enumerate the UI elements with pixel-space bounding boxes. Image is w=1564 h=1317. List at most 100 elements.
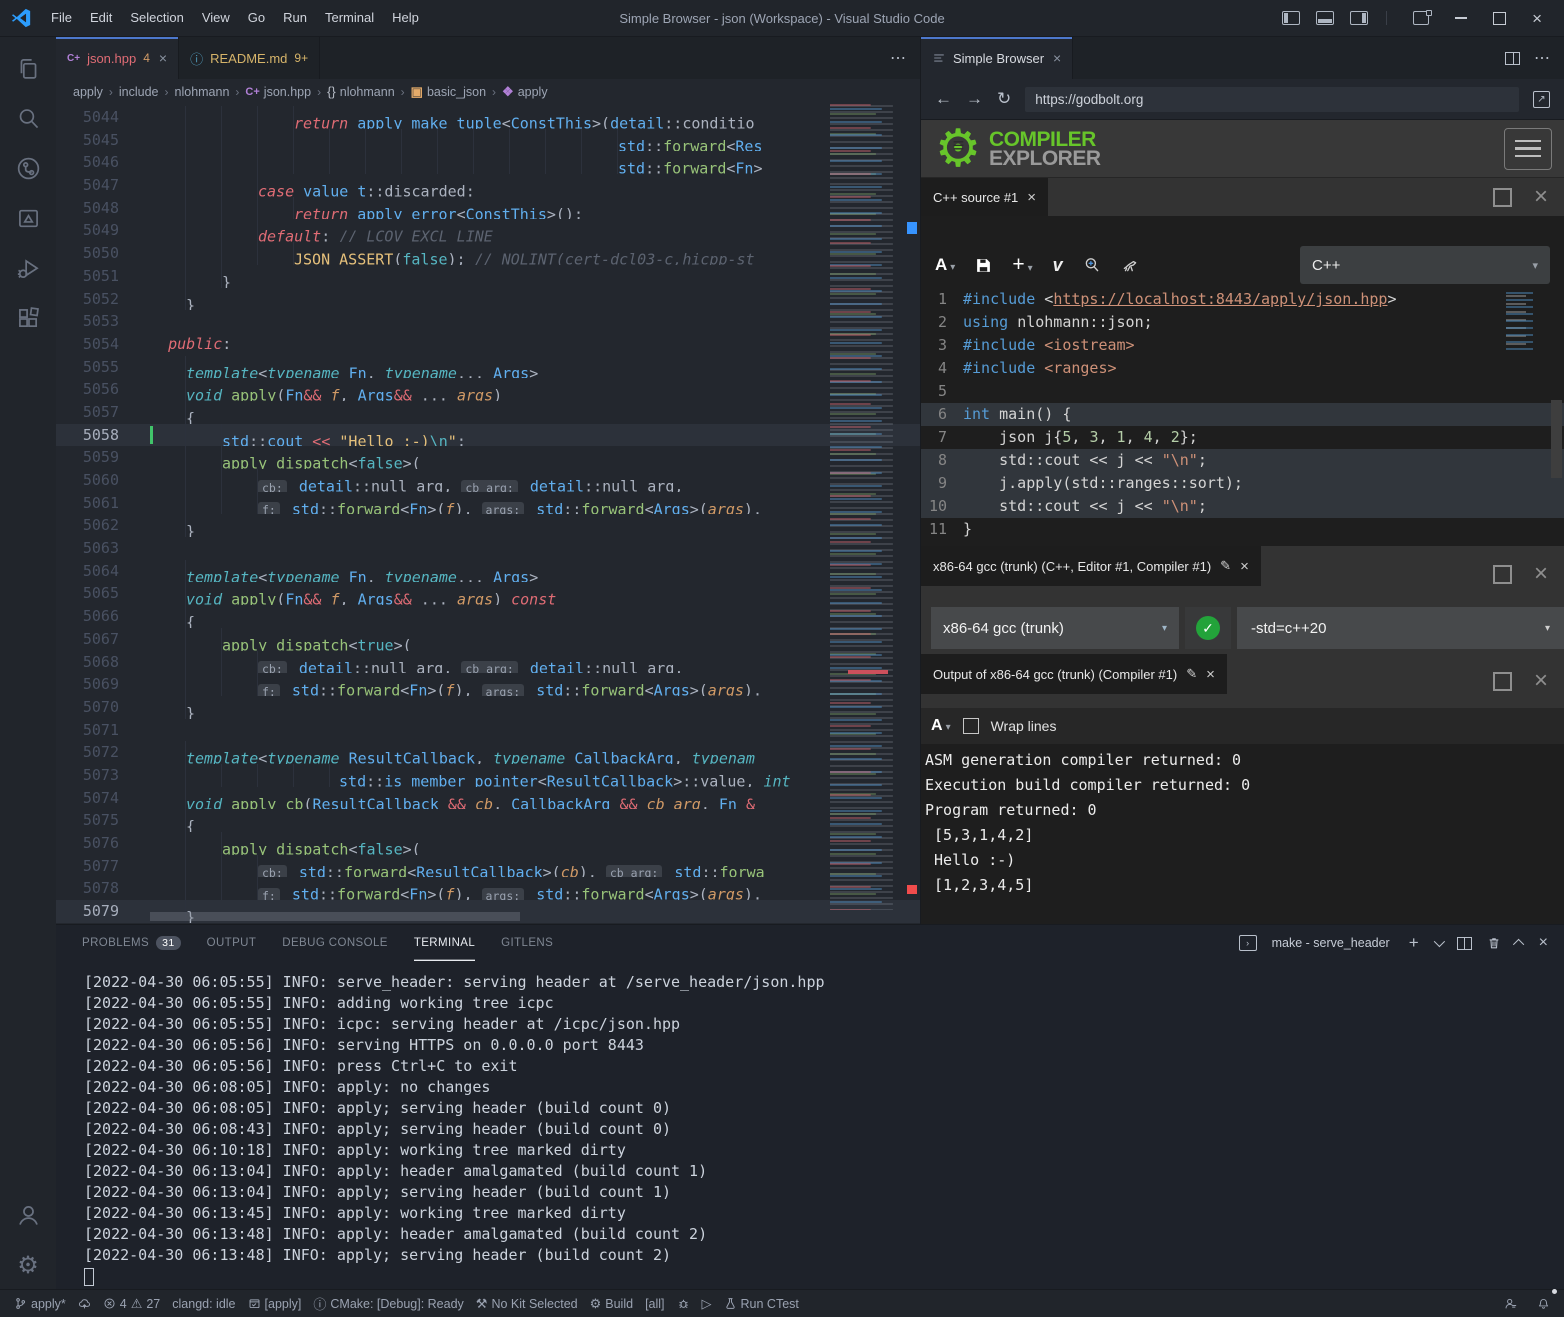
- status-item-cmake-kit[interactable]: ⚒No Kit Selected: [470, 1290, 584, 1317]
- close-icon[interactable]: ×: [1240, 558, 1249, 575]
- close-icon[interactable]: ×: [1027, 189, 1036, 206]
- open-external-icon[interactable]: ↗: [1533, 91, 1550, 108]
- status-item-cmake-debug[interactable]: [671, 1290, 696, 1317]
- vim-mode-icon[interactable]: v: [1053, 255, 1063, 276]
- language-select[interactable]: C++▾: [1300, 246, 1550, 284]
- panel-tab-debug-console[interactable]: DEBUG CONSOLE: [282, 925, 388, 961]
- terminal-title[interactable]: make - serve_header: [1272, 936, 1390, 950]
- browser-more-actions-icon[interactable]: ⋯: [1534, 48, 1550, 68]
- source-control-icon[interactable]: [4, 143, 52, 193]
- status-item-run-ctest[interactable]: Run CTest: [718, 1290, 805, 1317]
- menu-run[interactable]: Run: [274, 0, 316, 36]
- maximize-pane-icon[interactable]: [1493, 188, 1512, 207]
- window-close-button[interactable]: ×: [1532, 10, 1542, 27]
- search-icon[interactable]: [4, 93, 52, 143]
- toggle-panel-icon[interactable]: [1316, 11, 1334, 25]
- account-icon[interactable]: [4, 1190, 52, 1240]
- wrap-lines-checkbox[interactable]: [963, 718, 979, 734]
- quick-bench-icon[interactable]: [1121, 256, 1139, 274]
- close-icon[interactable]: ×: [159, 50, 167, 66]
- explorer-icon[interactable]: [4, 43, 52, 93]
- status-item-cmake-status[interactable]: ⓘCMake: [Debug]: Ready: [307, 1290, 469, 1317]
- horizontal-scrollbar[interactable]: [150, 912, 520, 921]
- forward-icon[interactable]: →: [966, 89, 983, 109]
- add-pane-button[interactable]: +▾: [1012, 253, 1032, 277]
- minimap[interactable]: [830, 104, 904, 910]
- toggle-sidebar-icon[interactable]: [1282, 11, 1300, 25]
- split-editor-icon[interactable]: [1505, 52, 1520, 65]
- customize-layout-icon[interactable]: [1413, 11, 1429, 25]
- menu-view[interactable]: View: [193, 0, 239, 36]
- extensions-icon[interactable]: [4, 293, 52, 343]
- menu-terminal[interactable]: Terminal: [316, 0, 383, 36]
- close-icon[interactable]: ×: [1053, 50, 1061, 66]
- status-item-git-branch[interactable]: apply*: [8, 1290, 72, 1317]
- hamburger-menu-icon[interactable]: [1504, 128, 1552, 170]
- ce-compiler-tab[interactable]: x86-64 gcc (trunk) (C++, Editor #1, Comp…: [921, 546, 1261, 586]
- compiler-options-input[interactable]: -std=c++20▾: [1237, 607, 1564, 649]
- terminal-output[interactable]: [2022-04-30 06:05:55] INFO: serve_header…: [56, 961, 1564, 1290]
- rename-pane-icon[interactable]: ✎: [1186, 666, 1197, 682]
- breadcrumb-item[interactable]: C+json.hpp: [245, 85, 311, 99]
- window-minimize-button[interactable]: [1455, 17, 1467, 19]
- close-panel-icon[interactable]: ×: [1539, 934, 1548, 952]
- ce-brand[interactable]: COMPILER EXPLORER: [989, 130, 1101, 168]
- breadcrumb-item[interactable]: ▣basic_json: [411, 84, 486, 100]
- maximize-pane-icon[interactable]: [1493, 565, 1512, 584]
- editor-more-actions-icon[interactable]: ⋯: [890, 48, 906, 68]
- font-size-button[interactable]: A▾: [931, 717, 951, 735]
- run-debug-icon[interactable]: [4, 243, 52, 293]
- cpp-insights-icon[interactable]: [1083, 256, 1101, 274]
- close-pane-icon[interactable]: ×: [1534, 562, 1548, 586]
- status-item-publish[interactable]: [72, 1290, 97, 1317]
- url-input[interactable]: https://godbolt.org: [1025, 87, 1519, 112]
- panel-tab-problems[interactable]: PROBLEMS31: [82, 925, 181, 961]
- status-item-cmake-target[interactable]: [all]: [639, 1290, 670, 1317]
- ce-output-tab[interactable]: Output of x86-64 gcc (trunk) (Compiler #…: [921, 654, 1227, 694]
- settings-gear-icon[interactable]: ⚙: [4, 1240, 52, 1290]
- breadcrumb-item[interactable]: {}nlohmann: [327, 84, 395, 99]
- window-maximize-button[interactable]: [1493, 12, 1506, 25]
- back-icon[interactable]: ←: [935, 89, 952, 109]
- close-icon[interactable]: ×: [1206, 666, 1215, 683]
- kill-terminal-icon[interactable]: [1487, 936, 1501, 950]
- toggle-secondary-sidebar-icon[interactable]: [1350, 11, 1368, 25]
- ce-logo-icon[interactable]: ⚙≡: [933, 123, 983, 175]
- code-editor[interactable]: 5044return apply_make_tuple<ConstThis>(d…: [56, 104, 920, 924]
- font-size-button[interactable]: A▾: [935, 255, 955, 275]
- tab-json.hpp[interactable]: C+json.hpp4×: [56, 37, 179, 79]
- close-pane-icon[interactable]: ×: [1534, 669, 1548, 693]
- status-item-cmake-project[interactable]: [apply]: [242, 1290, 308, 1317]
- panel-tab-gitlens[interactable]: GITLENS: [501, 925, 553, 961]
- status-item-cmake-launch[interactable]: ▷: [696, 1290, 718, 1317]
- menu-selection[interactable]: Selection: [121, 0, 192, 36]
- breadcrumb-item[interactable]: ❖apply: [502, 84, 548, 100]
- ce-scrollbar-thumb[interactable]: [1551, 400, 1562, 478]
- status-item-cmake-build[interactable]: ⚙Build: [584, 1290, 639, 1317]
- breadcrumb[interactable]: apply›include›nlohmann›C+json.hpp›{}nloh…: [56, 79, 920, 104]
- breadcrumb-item[interactable]: include: [119, 85, 159, 99]
- panel-tab-output[interactable]: OUTPUT: [207, 925, 257, 961]
- split-terminal-icon[interactable]: [1457, 937, 1472, 950]
- tab-simple-browser[interactable]: Simple Browser ×: [921, 37, 1073, 79]
- rename-pane-icon[interactable]: ✎: [1220, 558, 1231, 574]
- new-terminal-icon[interactable]: +: [1409, 933, 1419, 953]
- tab-README.md[interactable]: ⓘREADME.md9+: [179, 37, 320, 79]
- maximize-pane-icon[interactable]: [1493, 672, 1512, 691]
- reload-icon[interactable]: ↻: [997, 89, 1011, 109]
- compiler-select[interactable]: x86-64 gcc (trunk)▾: [931, 607, 1179, 649]
- status-item-notifications[interactable]: [1531, 1290, 1556, 1317]
- maximize-panel-icon[interactable]: [1513, 939, 1524, 950]
- panel-tab-terminal[interactable]: TERMINAL: [414, 925, 475, 961]
- ce-source-editor[interactable]: 1#include <https://localhost:8443/apply/…: [921, 288, 1564, 546]
- close-pane-icon[interactable]: ×: [1534, 185, 1548, 209]
- breadcrumb-item[interactable]: nlohmann: [175, 85, 230, 99]
- status-item-problems[interactable]: 4⚠27: [97, 1290, 167, 1317]
- ce-source-tab[interactable]: C++ source #1 ×: [921, 178, 1048, 216]
- terminal-dropdown-icon[interactable]: [1433, 936, 1444, 947]
- save-icon[interactable]: [975, 257, 992, 274]
- menu-help[interactable]: Help: [383, 0, 428, 36]
- menu-file[interactable]: File: [42, 0, 81, 36]
- status-item-clangd-status[interactable]: clangd: idle: [166, 1290, 241, 1317]
- status-item-feedback[interactable]: [1498, 1290, 1523, 1317]
